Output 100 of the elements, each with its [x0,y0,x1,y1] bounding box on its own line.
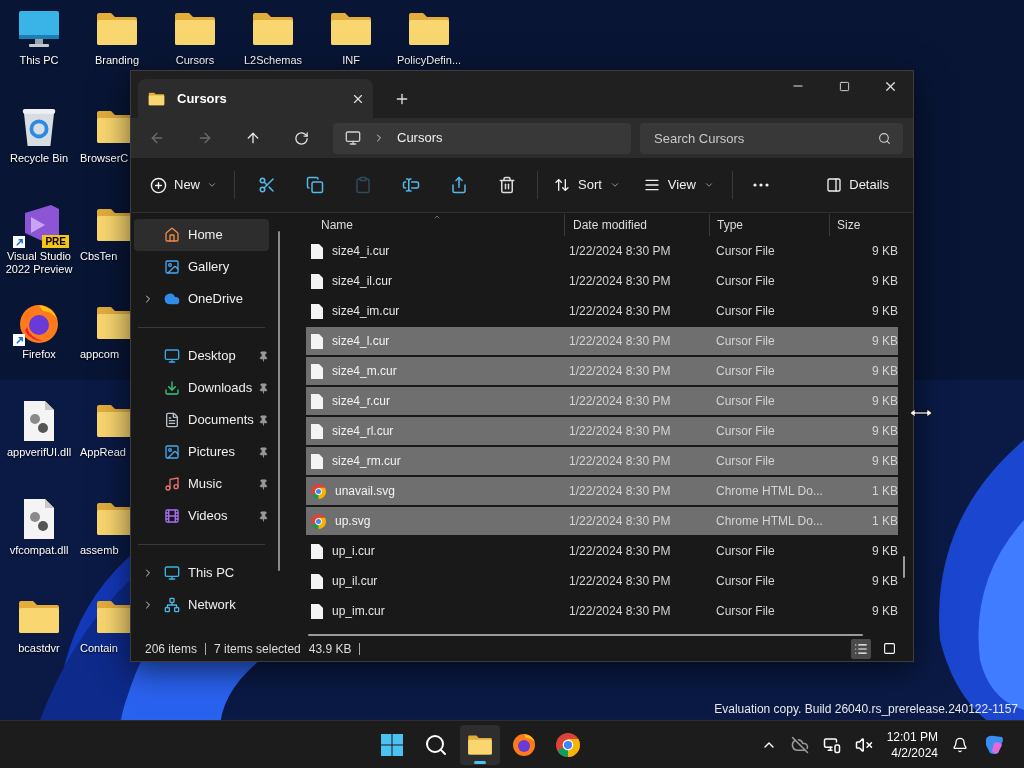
file-row[interactable]: size4_rl.cur 1/22/2024 8:30 PM Cursor File 9 KB [306,417,898,445]
file-row[interactable]: up_i.cur 1/22/2024 8:30 PM Cursor File 9 KB [306,537,898,565]
file-row[interactable]: size4_r.cur 1/22/2024 8:30 PM Cursor File 9 KB [306,387,898,415]
maximize-icon [838,80,850,92]
desktop-icon-label[interactable]: AppRead [78,446,126,459]
file-row[interactable]: size4_im.cur 1/22/2024 8:30 PM Cursor File 9 KB [306,297,898,325]
scrollbar-thumb[interactable] [903,556,905,578]
file-row[interactable]: size4_i.cur 1/22/2024 8:30 PM Cursor File 9 KB [306,237,898,265]
sidebar-item[interactable]: Downloads [134,372,269,404]
desktop-icon-label[interactable]: appcom [78,348,120,361]
sidebar-item[interactable]: Home [134,219,269,251]
desktop-icon-label[interactable]: appverifUI.dll [1,446,77,459]
scrollbar-thumb[interactable] [278,231,280,571]
desktop-icon-label[interactable]: Cursors [157,54,233,67]
copy-icon [306,176,324,194]
file-name: size4_im.cur [332,303,400,320]
caret-icon [703,180,714,190]
selection-count: 7 items selected [214,640,301,658]
item-count: 206 items [145,640,198,658]
shortcut-arrow-icon [13,236,25,248]
type-cell-text: Chrome HTML Do... [715,513,824,530]
clock-date[interactable]: 4/2/2024 [891,744,938,761]
sidebar-item[interactable]: OneDrive [134,283,269,315]
sort-button[interactable]: Sort [544,169,630,201]
desktop-icon-label[interactable]: Branding [79,54,155,67]
network-icon[interactable] [822,735,841,754]
desktop-icon-label[interactable]: CbsTen [78,250,118,263]
desktop-icon-label[interactable]: Contain [78,642,118,655]
file-row[interactable]: size4_m.cur 1/22/2024 8:30 PM Cursor File 9 KB [306,357,898,385]
sidebar-item[interactable]: This PC [134,557,269,589]
desktop-icon-label[interactable]: Firefox [1,348,77,361]
sidebar-item[interactable]: Documents [134,404,269,436]
column-header[interactable]: Size [829,214,901,236]
file-row[interactable]: size4_il.cur 1/22/2024 8:30 PM Cursor File 9 KB [306,267,898,295]
document-icon [164,412,180,428]
desktop-icon-label[interactable]: This PC [1,54,77,67]
folder-icon [17,599,61,635]
file-name: up_im.cur [332,603,385,620]
pin-icon[interactable] [258,350,269,362]
sidebar-item[interactable]: Pictures [134,436,269,468]
size-cell-text: 1 KB [871,513,898,530]
file-row[interactable]: unavail.svg 1/22/2024 8:30 PM Chrome HTML Do... 1 KB [306,477,898,505]
address-bar[interactable]: Cursors [333,122,631,154]
file-icon [311,393,323,409]
cloud-off-icon[interactable] [790,735,809,754]
desktop-icon-label[interactable]: PolicyDefin... [391,54,467,67]
sidebar-item[interactable]: Videos [134,500,269,532]
sidebar-item[interactable]: Music [134,468,269,500]
sidebar-item[interactable]: Gallery [134,251,269,283]
details-button[interactable]: Details [816,169,899,201]
search-field[interactable]: Search Cursors [640,122,903,154]
type-cell-text: Cursor File [715,303,776,320]
date-cell-text: 1/22/2024 8:30 PM [568,483,672,500]
taskbar-app[interactable] [460,724,501,765]
type-cell-text: Chrome HTML Do... [715,483,824,500]
pin-icon[interactable] [258,382,269,394]
column-header[interactable]: Type [709,214,829,236]
desktop-icon-label[interactable]: bcastdvr [1,642,77,655]
breadcrumb-item[interactable]: Cursors [397,128,443,148]
column-header[interactable]: Name [306,214,564,236]
file-name: size4_i.cur [332,243,390,260]
sidebar-item[interactable]: Network [134,589,269,621]
arrow-right-icon [197,130,213,146]
scrollbar-thumb[interactable] [308,634,863,636]
monitor-icon [164,348,180,364]
file-row[interactable]: size4_l.cur 1/22/2024 8:30 PM Cursor File 9 KB [306,327,898,355]
bell-icon[interactable] [952,736,968,753]
pin-icon[interactable] [258,478,269,490]
size-cell-text: 9 KB [871,543,898,560]
file-row[interactable]: up.svg 1/22/2024 8:30 PM Chrome HTML Do... 1 KB [306,507,898,535]
desktop-icon-label[interactable]: Recycle Bin [1,152,77,165]
desktop-icon-label[interactable]: L2Schemas [235,54,311,67]
column-header[interactable]: Date modified [564,214,709,236]
folder-icon [467,733,494,756]
volume-mute-icon[interactable] [854,735,873,754]
sidebar-item[interactable]: Desktop [134,340,269,372]
pin-icon[interactable] [258,510,269,522]
desktop-icon-label[interactable]: INF [313,54,389,67]
date-cell-text: 1/22/2024 8:30 PM [568,423,672,440]
file-row[interactable]: up_im.cur 1/22/2024 8:30 PM Cursor File 9 KB [306,597,898,625]
window-tab[interactable]: Cursors [138,79,373,118]
settings-file-icon [21,497,57,541]
pin-icon[interactable] [258,446,269,458]
new-button[interactable]: New [141,169,226,201]
pin-icon[interactable] [258,414,269,426]
file-row[interactable]: up_il.cur 1/22/2024 8:30 PM Cursor File 9 KB [306,567,898,595]
type-cell-text: Cursor File [715,543,776,560]
size-cell-text: 9 KB [871,603,898,620]
file-icon [311,573,323,589]
desktop-icon-label[interactable]: Visual Studio 2022 Preview [1,250,77,276]
file-row[interactable]: size4_rm.cur 1/22/2024 8:30 PM Cursor File 9 KB [306,447,898,475]
browser-file-icon [311,513,326,529]
desktop-icon-label[interactable]: BrowserC [78,152,129,165]
desktop-icon-label[interactable]: vfcompat.dll [1,544,77,557]
new-tab-icon[interactable] [394,91,410,107]
film-icon [164,508,180,524]
view-button[interactable]: View [633,169,724,201]
view-toggle[interactable] [851,638,871,659]
desktop-icon-label[interactable]: assemb [78,544,119,557]
clock-time[interactable]: 12:01 PM [886,728,938,745]
